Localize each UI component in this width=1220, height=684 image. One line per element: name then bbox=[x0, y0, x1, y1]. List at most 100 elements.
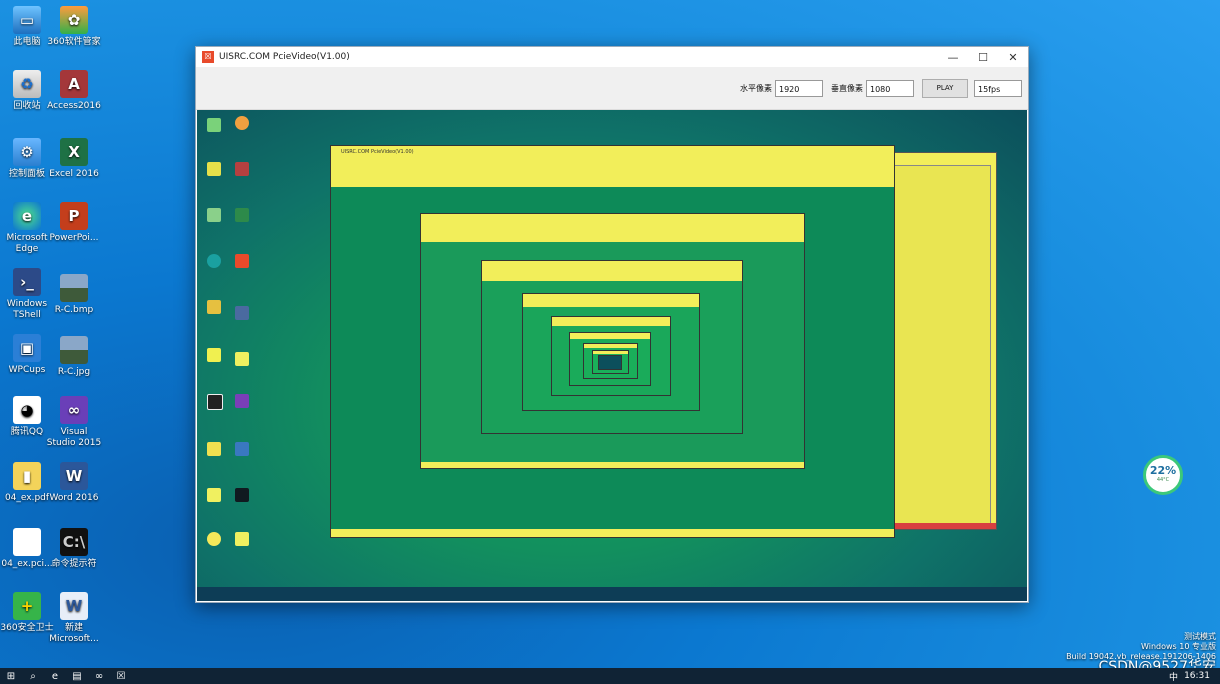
window-title: UISRC.COM PcieVideo(V1.00) bbox=[219, 52, 350, 62]
access-icon: A bbox=[60, 70, 88, 98]
blank-file-icon bbox=[13, 528, 41, 556]
nested-frame-9 bbox=[598, 355, 622, 370]
captured-icon bbox=[235, 116, 249, 130]
captured-icon bbox=[207, 300, 221, 314]
shortcut-label: PowerPoi... bbox=[49, 233, 99, 243]
window-titlebar[interactable]: ☒ UISRC.COM PcieVideo(V1.00) — ☐ ✕ bbox=[196, 47, 1028, 67]
captured-icon bbox=[207, 254, 221, 268]
maximize-button[interactable]: ☐ bbox=[968, 51, 998, 64]
control-panel-icon: ⚙ bbox=[13, 138, 41, 166]
captured-icon bbox=[207, 208, 221, 222]
shortcut-label: WPCups bbox=[8, 365, 46, 375]
visual-studio-taskbar-icon[interactable]: ∞ bbox=[88, 668, 110, 684]
video-toolbar: 水平像素 1920 垂直像素 1080 PLAY 15fps bbox=[196, 67, 1028, 110]
edge-icon: e bbox=[13, 202, 41, 230]
captured-red-bar bbox=[888, 523, 996, 529]
cmd-shortcut[interactable]: C:\ 命令提示符 bbox=[46, 528, 102, 570]
app-logo-icon: ☒ bbox=[202, 51, 214, 63]
visual-studio-shortcut[interactable]: ∞ Visual Studio 2015 bbox=[46, 396, 102, 449]
vertical-pixels-label: 垂直像素 bbox=[831, 83, 863, 93]
pdf-file-icon: ▮ bbox=[13, 462, 41, 490]
pcie-video-taskbar-icon[interactable]: ☒ bbox=[110, 668, 132, 684]
ime-indicator[interactable]: 中 bbox=[1169, 670, 1178, 683]
captured-icon bbox=[235, 306, 249, 320]
shortcut-label: Microsoft Edge bbox=[6, 233, 48, 254]
horizontal-pixels-label: 水平像素 bbox=[740, 83, 772, 93]
visual-studio-icon: ∞ bbox=[60, 396, 88, 424]
watermark-line: Windows 10 专业版 bbox=[1141, 642, 1216, 651]
captured-icon bbox=[235, 394, 249, 408]
recycle-bin-icon: ♻ bbox=[13, 70, 41, 98]
captured-icon bbox=[207, 488, 221, 502]
nested-toolbar bbox=[593, 351, 628, 354]
fps-display: 15fps bbox=[974, 79, 1022, 97]
performance-gauge[interactable]: 22% 44°C bbox=[1143, 455, 1183, 495]
watermark-line: 测试模式 bbox=[1184, 632, 1216, 641]
nested-toolbar bbox=[523, 294, 699, 307]
this-pc-icon: ▭ bbox=[13, 6, 41, 34]
word-icon: W bbox=[60, 462, 88, 490]
image-file-icon bbox=[60, 336, 88, 364]
jpg-file-shortcut[interactable]: R-C.jpg bbox=[46, 336, 102, 378]
new-word-doc-shortcut[interactable]: W 新建 Microsoft... bbox=[46, 592, 102, 645]
nested-toolbar bbox=[552, 317, 670, 326]
edge-taskbar-icon[interactable]: e bbox=[44, 668, 66, 684]
captured-icon bbox=[235, 352, 249, 366]
word-shortcut[interactable]: W Word 2016 bbox=[46, 462, 102, 504]
tshell-icon: ›_ bbox=[13, 268, 41, 296]
nested-toolbar: UISRC.COM PcieVideo(V1.00) bbox=[331, 146, 894, 187]
nested-toolbar bbox=[584, 344, 637, 348]
nested-toolbar bbox=[421, 214, 804, 242]
captured-side-window bbox=[887, 152, 997, 530]
nested-toolbar bbox=[482, 261, 742, 281]
powerpoint-shortcut[interactable]: P PowerPoi... bbox=[46, 202, 102, 244]
nested-toolbar bbox=[570, 333, 650, 339]
shortcut-label: 360软件管家 bbox=[47, 37, 101, 47]
shortcut-label: R-C.jpg bbox=[57, 367, 91, 377]
captured-icon bbox=[235, 162, 249, 176]
access-shortcut[interactable]: A Access2016 bbox=[46, 70, 102, 112]
file-explorer-taskbar-icon[interactable]: ▤ bbox=[66, 668, 88, 684]
cpu-temperature: 44°C bbox=[1156, 477, 1170, 483]
captured-taskbar bbox=[197, 587, 1027, 601]
word-doc-icon: W bbox=[60, 592, 88, 620]
shortcut-label: 新建 Microsoft... bbox=[49, 623, 99, 644]
captured-icon bbox=[207, 348, 221, 362]
shortcut-label: 04_ex.pci... bbox=[1, 559, 53, 569]
captured-icon bbox=[235, 488, 249, 502]
captured-icon bbox=[207, 118, 221, 132]
vertical-pixels-input[interactable]: 1080 bbox=[866, 79, 914, 97]
shortcut-label: 04_ex.pdf bbox=[4, 493, 50, 503]
shortcut-label: Visual Studio 2015 bbox=[46, 427, 102, 448]
captured-icon bbox=[235, 208, 249, 222]
bmp-file-shortcut[interactable]: R-C.bmp bbox=[46, 274, 102, 316]
play-button[interactable]: PLAY bbox=[922, 78, 968, 98]
start-button[interactable]: ⊞ bbox=[0, 668, 22, 684]
nested-taskbar bbox=[331, 529, 894, 537]
captured-icon bbox=[235, 442, 249, 456]
360-software-shortcut[interactable]: ✿ 360软件管家 bbox=[46, 6, 102, 48]
captured-icon bbox=[207, 442, 221, 456]
image-file-icon bbox=[60, 274, 88, 302]
captured-icon bbox=[235, 532, 249, 546]
minimize-button[interactable]: — bbox=[938, 51, 968, 64]
captured-icon bbox=[207, 162, 221, 176]
shortcut-label: R-C.bmp bbox=[54, 305, 94, 315]
horizontal-pixels-input[interactable]: 1920 bbox=[775, 79, 823, 97]
shortcut-label: 命令提示符 bbox=[51, 559, 97, 569]
shortcut-label: Access2016 bbox=[47, 101, 101, 111]
cmd-icon: C:\ bbox=[60, 528, 88, 556]
qq-penguin-icon: ◕ bbox=[13, 396, 41, 424]
clock[interactable]: 16:31 bbox=[1184, 671, 1210, 681]
close-button[interactable]: ✕ bbox=[998, 51, 1028, 64]
360-safe-icon: + bbox=[13, 592, 41, 620]
system-tray: 中 16:31 bbox=[1169, 670, 1220, 683]
shortcut-label: 此电脑 bbox=[13, 37, 41, 47]
captured-icon bbox=[207, 394, 223, 410]
pcie-video-window[interactable]: ☒ UISRC.COM PcieVideo(V1.00) — ☐ ✕ 水平像素 … bbox=[195, 46, 1029, 603]
powerpoint-icon: P bbox=[60, 202, 88, 230]
shortcut-label: Windows TShell bbox=[6, 299, 48, 320]
search-button[interactable]: ⌕ bbox=[22, 668, 44, 684]
excel-shortcut[interactable]: X Excel 2016 bbox=[46, 138, 102, 180]
excel-icon: X bbox=[60, 138, 88, 166]
